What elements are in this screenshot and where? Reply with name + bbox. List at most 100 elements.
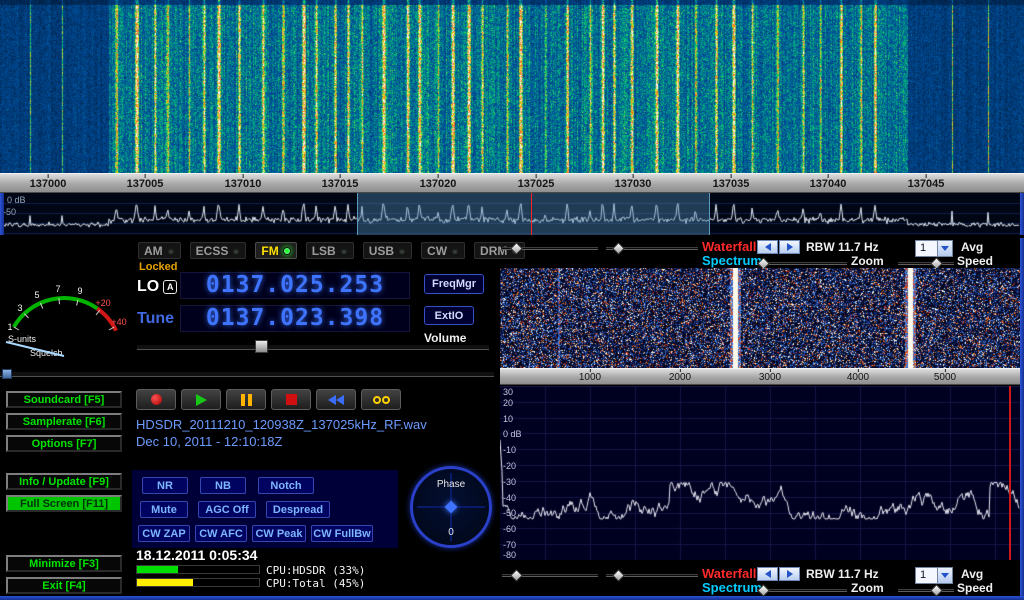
average-count-select-bottom[interactable]: 1 [915, 567, 953, 584]
zoom-label-bottom: Zoom [851, 581, 884, 595]
zoom-right-arrow-top[interactable] [779, 240, 800, 254]
agc-button[interactable]: AGC Off [198, 501, 256, 518]
mode-label: DRM [480, 244, 507, 258]
zoom-label-top: Zoom [851, 254, 884, 268]
zoom-left-arrow-bottom[interactable] [757, 567, 778, 581]
avg-label-top: Avg [961, 240, 983, 254]
db-tick-label: -50 [503, 508, 516, 518]
volume-slider-track[interactable] [137, 344, 489, 350]
tune-frequency-display[interactable]: 0137.023.398 [180, 305, 410, 332]
loop-button[interactable] [361, 389, 401, 410]
slider-thumb[interactable] [612, 242, 625, 255]
recording-file-date: Dec 10, 2011 - 12:10:18Z [136, 434, 282, 449]
spectrum-toggle-bottom[interactable]: Spectrum [702, 580, 762, 595]
mode-label: CW [427, 244, 447, 258]
play-button[interactable] [181, 389, 221, 410]
frequency-tick-label: 3000 [759, 372, 781, 383]
mode-button-cw[interactable]: CW [421, 242, 465, 259]
cpu-hdsdr-bar [136, 565, 260, 574]
waterfall-toggle-bottom[interactable]: Waterfall [702, 566, 756, 581]
recording-filename: HDSDR_20111210_120938Z_137025kHz_RF.wav [136, 417, 427, 432]
soundcard-button[interactable]: Soundcard [F5] [6, 391, 122, 408]
exit-button[interactable]: Exit [F4] [6, 577, 122, 594]
extio-button[interactable]: ExtIO [424, 306, 474, 325]
rbw-label-top: RBW 11.7 Hz [806, 240, 879, 254]
mode-led-icon [167, 247, 175, 255]
combo-arrow-icon[interactable] [937, 241, 952, 256]
notch-button[interactable]: Notch [258, 477, 314, 494]
s-meter-scale-label: 9 [77, 286, 82, 296]
pause-button[interactable] [226, 389, 266, 410]
freqmgr-button[interactable]: FreqMgr [424, 274, 484, 294]
info-update-button[interactable]: Info / Update [F9] [6, 473, 122, 490]
s-meter-scale-label: 1 [7, 322, 12, 332]
lo-label: LO [137, 278, 159, 296]
brightness-slider-track-top[interactable] [502, 247, 598, 250]
contrast-slider-track-bottom[interactable] [606, 574, 698, 577]
db-tick-label: -60 [503, 524, 516, 534]
zoom-slider-track-bottom[interactable] [757, 589, 847, 592]
zoom-slider-track-top[interactable] [757, 262, 847, 265]
db-tick-label: 30 [503, 387, 513, 397]
slider-thumb[interactable] [930, 584, 943, 597]
contrast-slider-track-top[interactable] [606, 247, 698, 250]
zoom-left-arrow-top[interactable] [757, 240, 778, 254]
zoom-right-arrow-bottom[interactable] [779, 567, 800, 581]
options-button[interactable]: Options [F7] [6, 435, 122, 452]
passband-selection[interactable] [357, 193, 710, 235]
fullscreen-button[interactable]: Full Screen [F11] [6, 495, 122, 512]
samplerate-button[interactable]: Samplerate [F6] [6, 413, 122, 430]
af-frequency-scale[interactable]: 1000 2000 3000 4000 5000 [500, 368, 1020, 385]
despread-button[interactable]: Despread [266, 501, 330, 518]
mute-button[interactable]: Mute [140, 501, 188, 518]
mode-button-usb[interactable]: USB [363, 242, 412, 259]
record-button[interactable] [136, 389, 176, 410]
nr-button[interactable]: NR [142, 477, 188, 494]
cw-peak-button[interactable]: CW Peak [252, 525, 306, 542]
combo-arrow-icon[interactable] [937, 568, 952, 583]
spectrum-toggle-top[interactable]: Spectrum [702, 253, 762, 268]
speed-slider-track-top[interactable] [898, 262, 954, 265]
mode-button-fm[interactable]: FM [255, 242, 296, 259]
db-scale-label: -50 [3, 207, 16, 217]
slider-thumb[interactable] [510, 569, 523, 582]
rewind-icon [328, 395, 344, 405]
waterfall-toggle-top[interactable]: Waterfall [702, 239, 756, 254]
db-tick-label: -30 [503, 477, 516, 487]
volume-slider-thumb[interactable] [255, 340, 268, 353]
stop-button[interactable] [271, 389, 311, 410]
nb-button[interactable]: NB [200, 477, 246, 494]
brightness-slider-track-bottom[interactable] [502, 574, 598, 577]
rewind-button[interactable] [316, 389, 356, 410]
main-waterfall[interactable] [0, 0, 1024, 173]
frequency-tick-label: 137020 [420, 178, 457, 190]
speed-slider-track-bottom[interactable] [898, 589, 954, 592]
mode-led-icon [451, 247, 459, 255]
lo-lock-badge[interactable]: A [163, 280, 177, 294]
phase-label: Phase [410, 479, 492, 490]
cw-zap-button[interactable]: CW ZAP [138, 525, 190, 542]
avg-label-bottom: Avg [961, 567, 983, 581]
volume-label: Volume [424, 331, 466, 345]
af-spectrum[interactable] [500, 386, 1020, 560]
slider-thumb[interactable] [612, 569, 625, 582]
datetime-display: 18.12.2011 0:05:34 [136, 547, 257, 563]
pause-icon [241, 394, 252, 406]
mode-button-am[interactable]: AM [138, 242, 181, 259]
squelch-slider-track[interactable] [0, 371, 494, 377]
minimize-button[interactable]: Minimize [F3] [6, 555, 122, 572]
squelch-slider-thumb[interactable] [2, 369, 12, 379]
dsp-row: Mute AGC Off Despread [140, 501, 330, 518]
mode-button-lsb[interactable]: LSB [306, 242, 354, 259]
main-frequency-scale[interactable]: 137000 137005 137010 137015 137020 13702… [0, 173, 1024, 193]
cw-fullbw-button[interactable]: CW FullBw [311, 525, 373, 542]
af-waterfall[interactable] [500, 268, 1020, 368]
record-icon [151, 394, 162, 405]
mode-button-ecss[interactable]: ECSS [190, 242, 247, 259]
cw-afc-button[interactable]: CW AFC [195, 525, 247, 542]
s-meter: 1 3 5 7 9 +20 +40 S-units Squelch [2, 238, 134, 370]
frequency-tick-label: 137015 [322, 178, 359, 190]
lo-frequency-display[interactable]: 0137.025.253 [180, 272, 410, 299]
average-count-select-top[interactable]: 1 [915, 240, 953, 257]
transport-bar [136, 389, 401, 410]
